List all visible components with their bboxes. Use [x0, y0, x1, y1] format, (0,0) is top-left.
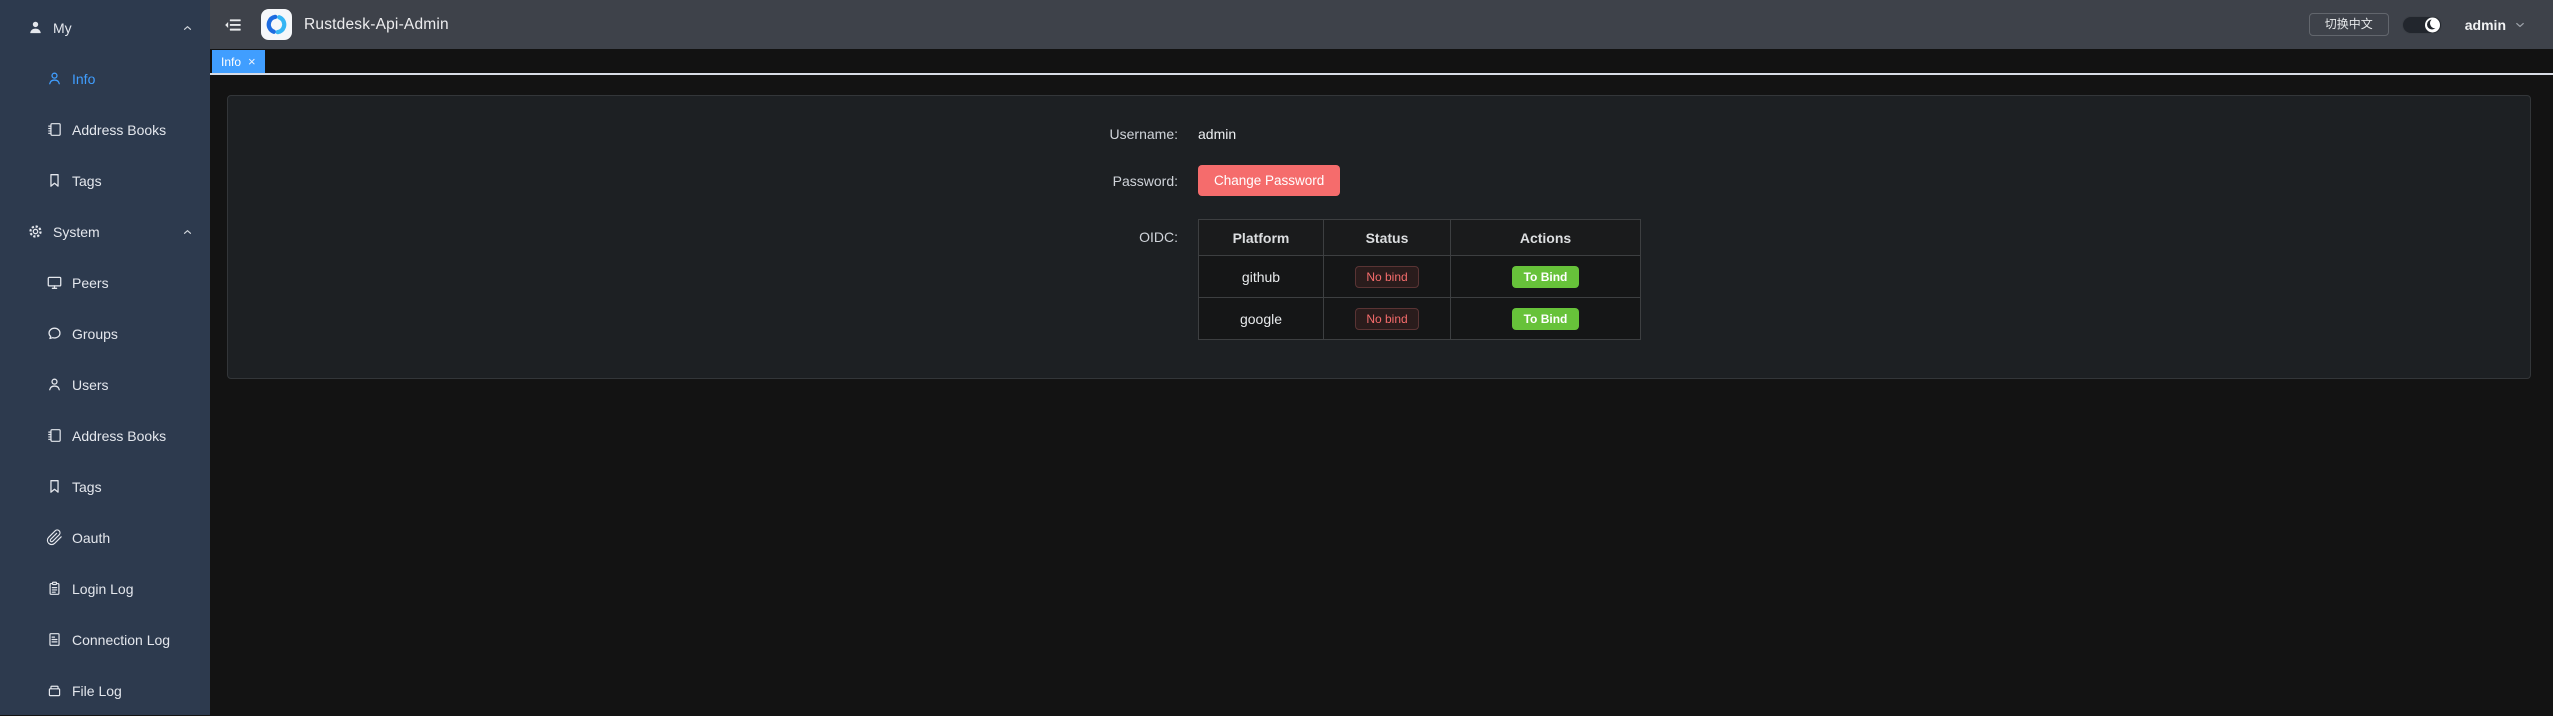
sidebar-item-tags[interactable]: Tags [0, 155, 210, 206]
user-dropdown[interactable]: admin [2465, 17, 2527, 33]
sidebar-item-users[interactable]: Users [0, 359, 210, 410]
oidc-row: OIDC: Platform Status Actions github N [1098, 219, 1660, 340]
bookmark-icon [46, 172, 63, 189]
table-row-google: google No bind To Bind [1199, 298, 1641, 340]
status-cell: No bind [1324, 256, 1451, 298]
username-label: Username: [1098, 126, 1198, 142]
bookmark-icon [46, 478, 63, 495]
monitor-icon [46, 274, 63, 291]
sidebar-item-label: File Log [72, 683, 122, 699]
tab-info[interactable]: Info × [212, 50, 265, 73]
sidebar-item-label: Address Books [72, 122, 166, 138]
sidebar-item-my[interactable]: My [0, 2, 210, 53]
actions-cell: To Bind [1451, 298, 1641, 340]
main-content: Username: admin Password: Change Passwor… [210, 77, 2553, 715]
sidebar-item-label: Connection Log [72, 632, 170, 648]
sidebar: My Info Address Books Tags System Peers … [0, 0, 210, 715]
switch-language-button[interactable]: 切换中文 [2309, 13, 2389, 36]
dark-mode-toggle[interactable] [2402, 16, 2442, 34]
sidebar-item-label: Address Books [72, 428, 166, 444]
password-row: Password: Change Password [1098, 165, 1660, 196]
sidebar-item-label: Groups [72, 326, 118, 342]
column-header-platform: Platform [1199, 220, 1324, 256]
username-value: admin [1198, 126, 1236, 142]
platform-cell: google [1199, 298, 1324, 340]
column-header-status: Status [1324, 220, 1451, 256]
sidebar-item-label: Oauth [72, 530, 110, 546]
menu-fold-icon[interactable] [223, 15, 243, 35]
clipboard-icon [46, 580, 63, 597]
status-badge: No bind [1355, 308, 1418, 330]
to-bind-button[interactable]: To Bind [1512, 308, 1580, 330]
gear-icon [27, 223, 44, 240]
change-password-button[interactable]: Change Password [1198, 165, 1340, 196]
user-info-form: Username: admin Password: Change Passwor… [1098, 123, 1660, 340]
sidebar-item-system[interactable]: System [0, 206, 210, 257]
chevron-down-icon [2513, 18, 2527, 32]
sidebar-item-address-books[interactable]: Address Books [0, 104, 210, 155]
rustdesk-logo-icon [261, 9, 292, 40]
tags-view-bar: Info × [210, 49, 2553, 75]
sidebar-item-label: Tags [72, 173, 102, 189]
chat-bubble-icon [46, 325, 63, 342]
sidebar-item-label: Info [72, 71, 95, 87]
sidebar-item-label: Login Log [72, 581, 134, 597]
sidebar-item-peers[interactable]: Peers [0, 257, 210, 308]
user-icon [46, 70, 63, 87]
password-label: Password: [1098, 173, 1198, 189]
notebook-icon [46, 427, 63, 444]
sidebar-item-label: Users [72, 377, 109, 393]
sidebar-item-file-log[interactable]: File Log [0, 665, 210, 716]
close-icon[interactable]: × [248, 55, 256, 68]
oidc-table: Platform Status Actions github No bind T… [1198, 219, 1641, 340]
table-header-row: Platform Status Actions [1199, 220, 1641, 256]
status-badge: No bind [1355, 266, 1418, 288]
chevron-up-icon [181, 225, 194, 238]
sidebar-item-login-log[interactable]: Login Log [0, 563, 210, 614]
actions-cell: To Bind [1451, 256, 1641, 298]
document-icon [46, 631, 63, 648]
user-filled-icon [27, 19, 44, 36]
sidebar-item-label: Tags [72, 479, 102, 495]
paperclip-icon [46, 529, 63, 546]
sidebar-item-label: My [53, 20, 72, 36]
sidebar-item-label: Peers [72, 275, 109, 291]
notebook-icon [46, 121, 63, 138]
platform-cell: github [1199, 256, 1324, 298]
info-card: Username: admin Password: Change Passwor… [227, 95, 2531, 379]
sidebar-item-groups[interactable]: Groups [0, 308, 210, 359]
status-cell: No bind [1324, 298, 1451, 340]
sidebar-item-info[interactable]: Info [0, 53, 210, 104]
chevron-up-icon [181, 21, 194, 34]
table-row-github: github No bind To Bind [1199, 256, 1641, 298]
sidebar-item-label: System [53, 224, 100, 240]
to-bind-button[interactable]: To Bind [1512, 266, 1580, 288]
navbar: Rustdesk-Api-Admin 切换中文 admin [210, 0, 2553, 49]
sidebar-item-oauth[interactable]: Oauth [0, 512, 210, 563]
sidebar-item-address-books-system[interactable]: Address Books [0, 410, 210, 461]
sidebar-item-tags-system[interactable]: Tags [0, 461, 210, 512]
app-title: Rustdesk-Api-Admin [304, 16, 449, 34]
username-row: Username: admin [1098, 123, 1660, 145]
column-header-actions: Actions [1451, 220, 1641, 256]
tab-label: Info [221, 55, 241, 69]
oidc-label: OIDC: [1098, 219, 1198, 255]
user-icon [46, 376, 63, 393]
moon-icon [2425, 17, 2440, 32]
user-name: admin [2465, 17, 2506, 33]
sidebar-item-connection-log[interactable]: Connection Log [0, 614, 210, 665]
archive-icon [46, 682, 63, 699]
